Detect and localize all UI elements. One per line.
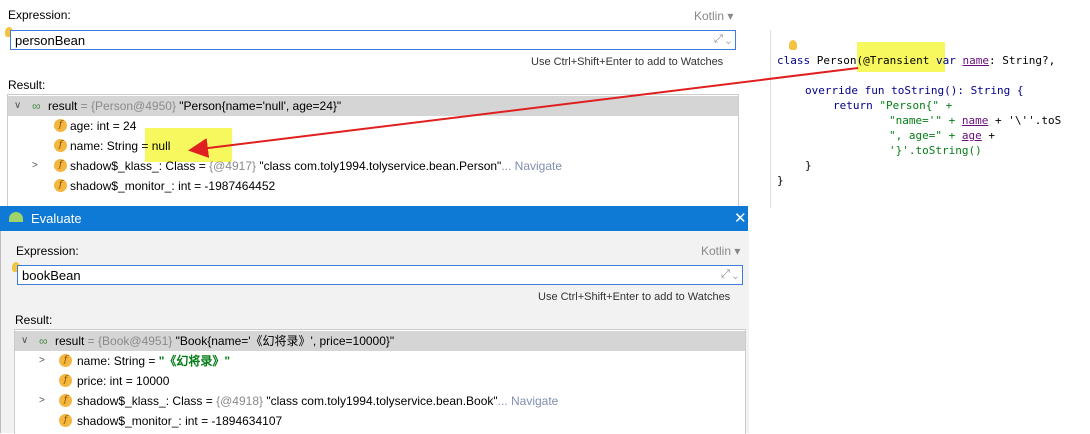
annotation-arrow	[188, 67, 859, 158]
